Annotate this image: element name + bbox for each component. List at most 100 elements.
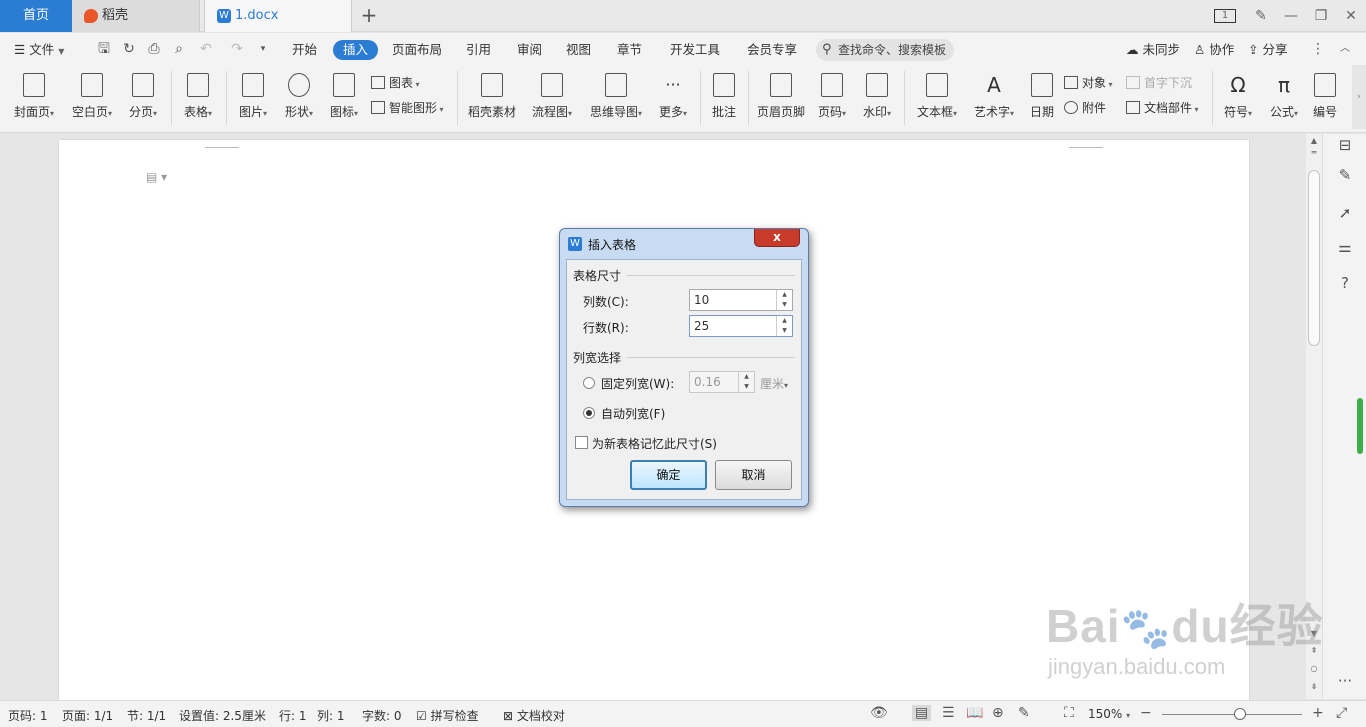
sidebar-collapse-icon[interactable]: ⊟ (1335, 136, 1355, 156)
ribbon-scroll-right-icon[interactable]: › (1352, 65, 1366, 129)
skin-icon[interactable]: ✎ (1246, 8, 1276, 24)
status-row[interactable]: 行: 1 (279, 707, 307, 724)
more-options-icon[interactable]: ⋮ (1309, 41, 1327, 57)
unit-dropdown[interactable]: 厘米▾ (760, 375, 788, 392)
spin-up-icon[interactable]: ▲ (777, 290, 792, 300)
fullscreen-icon[interactable]: ⤢ (1336, 705, 1347, 721)
status-page-count[interactable]: 页面: 1/1 (62, 707, 113, 724)
textbox-button[interactable]: 文本框▾ (912, 71, 962, 127)
header-footer-button[interactable]: 页眉页脚 (755, 71, 807, 127)
status-column[interactable]: 列: 1 (317, 707, 345, 724)
dialog-close-button[interactable]: x (754, 229, 800, 247)
table-button[interactable]: 表格▾ (179, 71, 217, 127)
zoom-level-dropdown[interactable]: 150% ▾ (1088, 707, 1130, 721)
menu-tab-start[interactable]: 开始 (292, 40, 317, 60)
wordart-button[interactable]: A 艺术字▾ (969, 71, 1019, 127)
spin-down-icon[interactable]: ▼ (777, 300, 792, 310)
spell-check-button[interactable]: ☑ 拼写检查 (416, 707, 479, 724)
object-button[interactable]: 对象 ▾ (1064, 73, 1113, 93)
dialog-titlebar[interactable]: W 插入表格 x (560, 229, 808, 257)
more-button[interactable]: ··· 更多▾ (654, 71, 692, 127)
smartart-button[interactable]: 智能图形 ▾ (371, 98, 444, 118)
fit-page-icon[interactable]: ⛶ (1064, 705, 1074, 721)
write-mode-icon[interactable]: ✎ (1018, 705, 1030, 721)
more-tools-icon[interactable]: ··· (1335, 672, 1355, 692)
doc-part-button[interactable]: 文档部件 ▾ (1126, 98, 1199, 118)
print-preview-icon[interactable]: ⌕ (170, 41, 188, 57)
collapse-ribbon-icon[interactable]: ︿ (1336, 41, 1354, 57)
menu-tab-review[interactable]: 审阅 (517, 40, 542, 60)
menu-tab-view[interactable]: 视图 (566, 40, 591, 60)
page-number-button[interactable]: 页码▾ (813, 71, 851, 127)
spin-up-icon[interactable]: ▲ (777, 316, 792, 326)
web-view-icon[interactable]: ⊕ (992, 705, 1004, 721)
rows-spin-buttons[interactable]: ▲ ▼ (776, 316, 792, 336)
fixed-width-spin-buttons[interactable]: ▲ ▼ (738, 372, 754, 392)
drop-cap-button[interactable]: 首字下沉 (1126, 73, 1192, 93)
next-page-icon[interactable]: ⇟ (1306, 682, 1322, 691)
command-search-input[interactable]: ⚲ 查找命令、搜索模板 (816, 39, 954, 61)
remember-size-checkbox[interactable] (575, 436, 588, 449)
spin-down-icon[interactable]: ▼ (777, 326, 792, 336)
zoom-slider-knob[interactable] (1234, 708, 1246, 720)
spin-up-icon[interactable]: ▲ (739, 372, 754, 382)
cancel-button[interactable]: 取消 (715, 460, 792, 490)
redo-icon[interactable]: ↷ (228, 41, 246, 57)
sync-status[interactable]: ☁ 未同步 (1126, 40, 1180, 60)
date-button[interactable]: 日期 (1026, 71, 1058, 127)
select-browse-object-icon[interactable]: ○ (1306, 664, 1322, 673)
file-menu[interactable]: ☰ 文件 ▼ (14, 40, 64, 60)
restore-icon[interactable]: ❐ (1306, 8, 1336, 24)
cover-page-button[interactable]: 封面页▾ (10, 71, 58, 127)
sliders-icon[interactable]: ⚌ (1335, 238, 1355, 258)
spin-down-icon[interactable]: ▼ (739, 382, 754, 392)
watermark-button[interactable]: 水印▾ (858, 71, 896, 127)
blank-page-button[interactable]: 空白页▾ (68, 71, 116, 127)
zoom-slider-track[interactable] (1162, 714, 1302, 715)
status-setting-value[interactable]: 设置值: 2.5厘米 (179, 707, 266, 724)
mindmap-button[interactable]: 思维导图▾ (586, 71, 646, 127)
icon-library-button[interactable]: 图标▾ (325, 71, 363, 127)
scroll-page-up-icon[interactable]: ═ (1306, 148, 1322, 157)
save-icon[interactable]: 🖫 (95, 41, 113, 57)
columns-spin-buttons[interactable]: ▲ ▼ (776, 290, 792, 310)
shape-button[interactable]: 形状▾ (280, 71, 318, 127)
pen-icon[interactable]: ✎ (1335, 166, 1355, 186)
reading-view-icon[interactable]: 📖 (966, 705, 983, 721)
window-count-badge[interactable]: 1 (1214, 9, 1236, 23)
symbol-button[interactable]: Ω 符号▾ (1219, 71, 1257, 127)
status-word-count[interactable]: 字数: 0 (362, 707, 402, 724)
zoom-in-icon[interactable]: + (1312, 705, 1324, 721)
print-icon[interactable]: ⎙ (145, 41, 163, 57)
columns-spinner[interactable]: 10 ▲ ▼ (689, 289, 793, 311)
tab-home[interactable]: 首页 (0, 0, 72, 32)
material-button[interactable]: 稻壳素材 (465, 71, 519, 127)
eye-protection-icon[interactable]: 👁 (870, 705, 888, 721)
scroll-up-icon[interactable]: ▲ (1306, 136, 1322, 145)
export-icon[interactable]: ↻ (120, 41, 138, 57)
scrollbar-thumb[interactable] (1308, 170, 1320, 346)
outline-view-icon[interactable]: ☰ (942, 705, 955, 721)
tab-document[interactable]: W 1.docx (204, 0, 352, 32)
picture-button[interactable]: 图片▾ (234, 71, 272, 127)
menu-tab-references[interactable]: 引用 (466, 40, 491, 60)
rows-spinner[interactable]: 25 ▲ ▼ (689, 315, 793, 337)
attachment-button[interactable]: 附件 (1064, 98, 1106, 118)
undo-icon[interactable]: ↶ (197, 41, 215, 57)
fixed-width-spinner[interactable]: 0.16 ▲ ▼ (689, 371, 755, 393)
doc-proofread-button[interactable]: ⊠ 文档校对 (503, 707, 565, 724)
menu-tab-member[interactable]: 会员专享 (747, 40, 797, 60)
menu-tab-developer[interactable]: 开发工具 (670, 40, 720, 60)
numbering-button[interactable]: 编号 (1310, 71, 1340, 127)
page-view-icon[interactable]: ▤ (912, 705, 932, 721)
new-tab-button[interactable]: + (358, 4, 380, 28)
auto-width-radio[interactable] (583, 407, 595, 419)
sidebar-expand-handle[interactable] (1357, 398, 1363, 454)
close-window-icon[interactable]: ✕ (1336, 8, 1366, 24)
menu-tab-chapter[interactable]: 章节 (617, 40, 642, 60)
flowchart-button[interactable]: 流程图▾ (527, 71, 577, 127)
chart-button[interactable]: 图表 ▾ (371, 73, 420, 93)
status-section[interactable]: 节: 1/1 (127, 707, 166, 724)
fixed-width-radio[interactable] (583, 377, 595, 389)
page-break-button[interactable]: 分页▾ (124, 71, 162, 127)
